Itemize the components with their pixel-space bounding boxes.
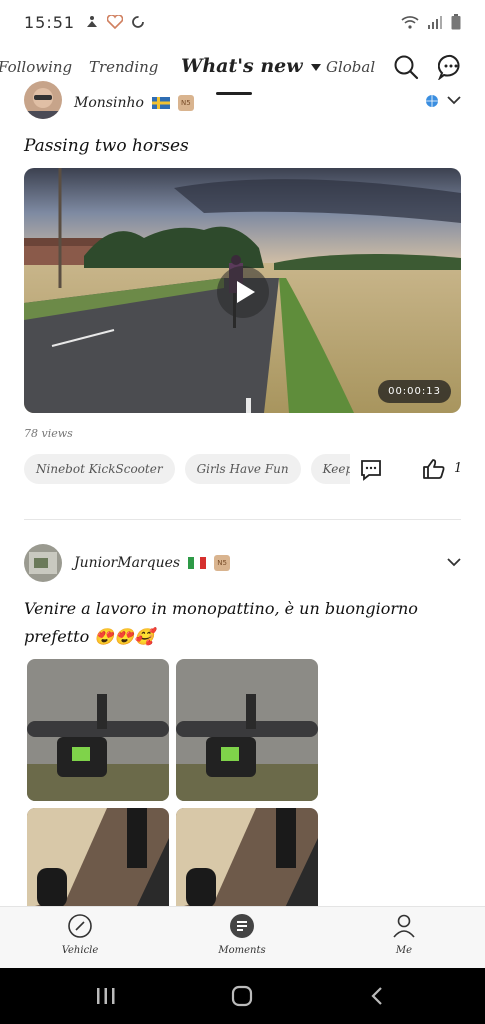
nav-me[interactable]: Me — [364, 913, 444, 956]
chevron-down-icon[interactable] — [447, 558, 461, 567]
post-text: Venire a lavoro in monopattino, è un buo… — [24, 599, 418, 646]
heart-health-icon — [107, 15, 124, 29]
tab-trending[interactable]: Trending — [89, 58, 158, 76]
back-icon[interactable] — [370, 986, 384, 1006]
tab-following[interactable]: Following — [0, 58, 72, 76]
globe-icon — [426, 95, 438, 107]
tag-list: Ninebot KickScooter Girls Have Fun Keep … — [24, 454, 350, 484]
status-time: 15:51 — [24, 12, 76, 32]
nav-label: Vehicle — [61, 945, 99, 956]
like-icon[interactable] — [422, 457, 446, 481]
level-badge: N5 — [177, 95, 194, 111]
bottom-nav: Vehicle Moments Me — [0, 906, 485, 968]
person-icon — [393, 914, 415, 938]
tag-chip[interactable]: Keep Mov — [310, 454, 350, 484]
avatar[interactable] — [24, 81, 62, 119]
video-player[interactable]: 00:00:13 — [24, 168, 461, 413]
tag-chip[interactable]: Girls Have Fun — [184, 454, 301, 484]
person-yoga-icon — [87, 16, 98, 27]
author-name[interactable]: Monsinho — [74, 95, 144, 111]
nav-label: Me — [395, 945, 413, 956]
like-count: 1 — [454, 461, 463, 476]
tab-whats-new[interactable]: What's new — [181, 55, 322, 77]
wifi-icon — [401, 16, 419, 29]
level-badge: N5 — [214, 555, 231, 571]
message-icon[interactable] — [438, 54, 464, 80]
sweden-flag-icon — [151, 97, 170, 109]
tag-chip[interactable]: Ninebot KickScooter — [24, 454, 175, 484]
post-image[interactable] — [27, 659, 169, 801]
post-image[interactable] — [176, 659, 318, 801]
moments-icon — [230, 914, 254, 938]
tab-whats-new-label: What's new — [181, 55, 303, 77]
play-button[interactable] — [217, 266, 269, 318]
italy-flag-icon — [188, 557, 207, 569]
post-divider — [24, 519, 461, 520]
status-bar: 15:51 — [0, 0, 485, 44]
post-card: JuniorMarques N5 Venire a lavoro in mono… — [0, 543, 485, 651]
video-duration: 00:00:13 — [378, 380, 451, 403]
caret-down-icon — [311, 64, 322, 71]
author-name[interactable]: JuniorMarques — [74, 555, 180, 571]
avatar[interactable] — [24, 544, 62, 582]
nav-vehicle[interactable]: Vehicle — [40, 913, 120, 956]
recent-apps-icon[interactable] — [96, 986, 116, 1006]
search-icon[interactable] — [393, 54, 419, 80]
system-nav-bar — [0, 968, 485, 1024]
post-title: Passing two horses — [24, 136, 189, 156]
post-card: Monsinho N5 Passing two horses — [0, 81, 485, 160]
tab-global[interactable]: Global — [326, 58, 375, 76]
home-icon[interactable] — [231, 985, 253, 1007]
comment-icon[interactable] — [359, 458, 383, 482]
nav-label: Moments — [218, 945, 266, 956]
view-count: 78 views — [24, 427, 73, 440]
chevron-down-icon[interactable] — [447, 96, 461, 105]
sync-icon — [132, 16, 145, 28]
compass-icon — [68, 914, 92, 938]
battery-icon — [451, 14, 461, 30]
nav-moments[interactable]: Moments — [202, 913, 282, 956]
signal-icon — [428, 16, 442, 29]
